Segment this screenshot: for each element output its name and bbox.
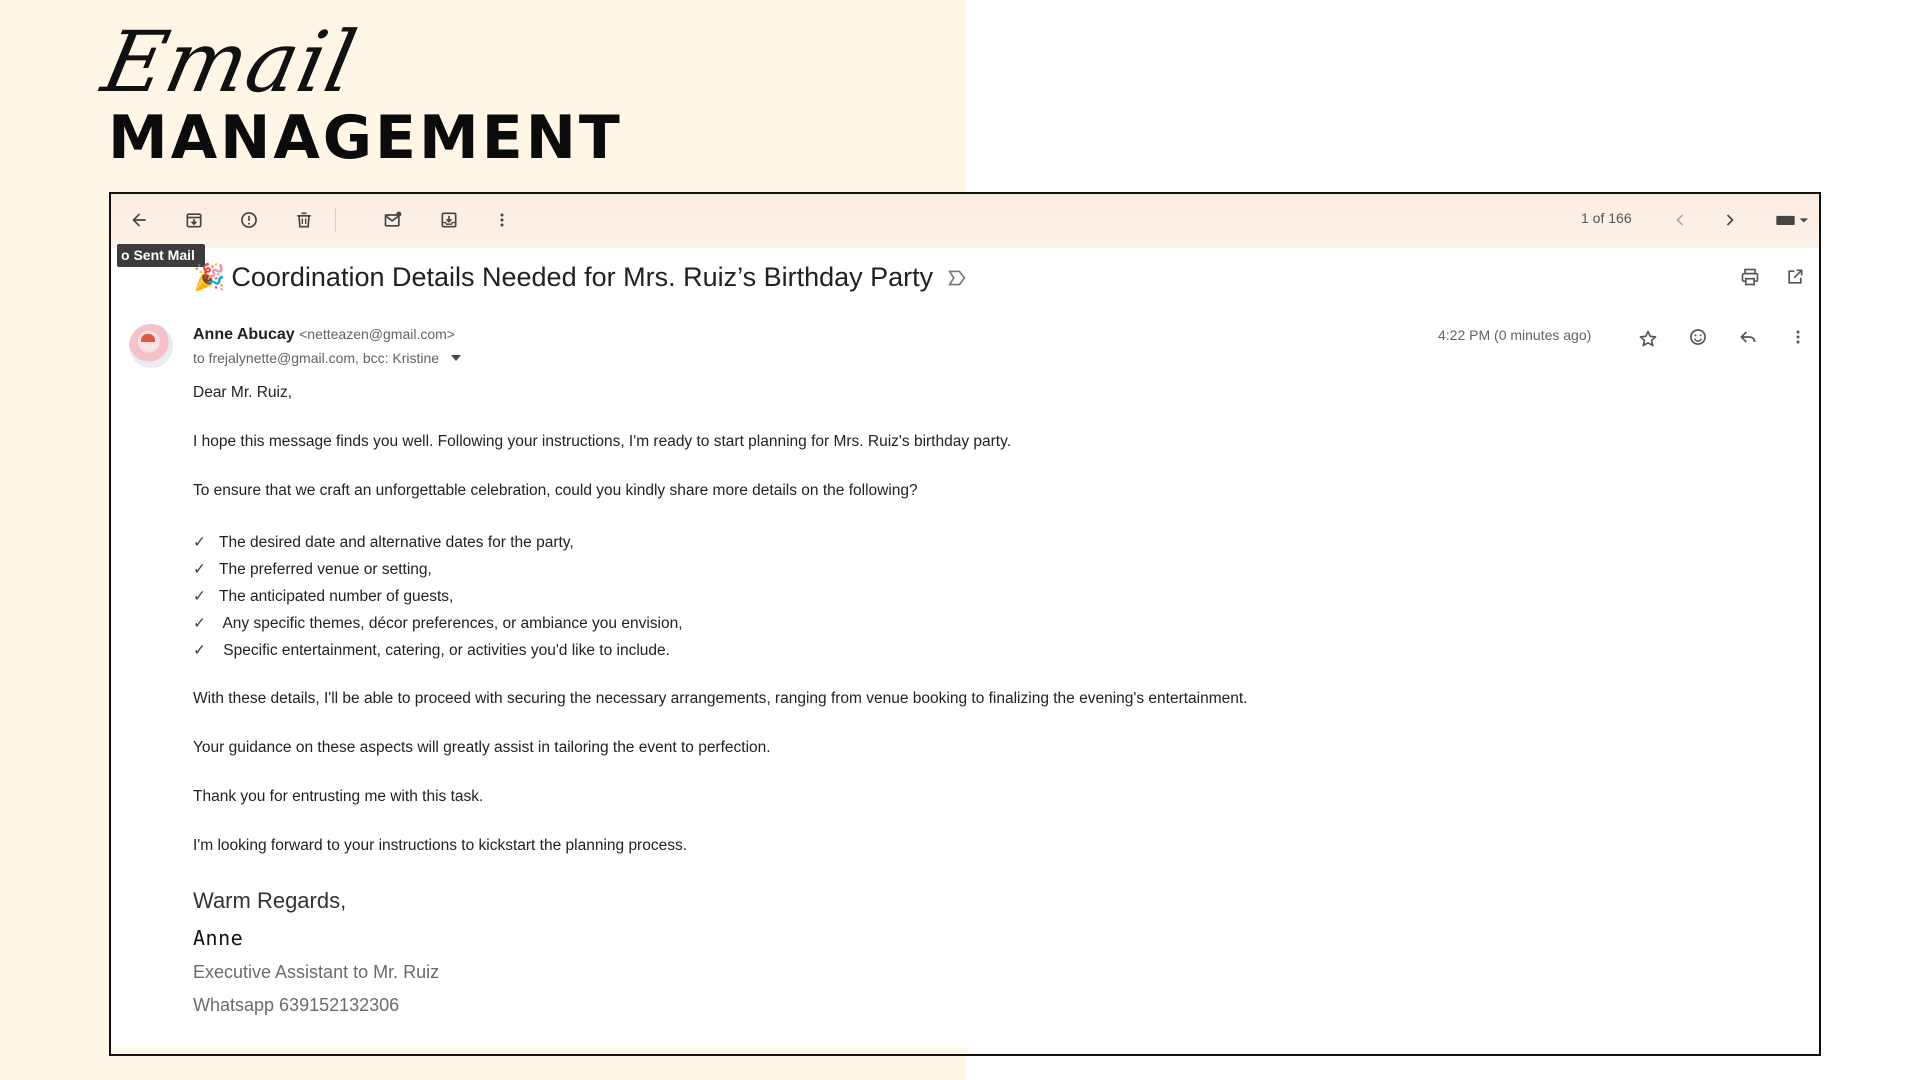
checklist-item: ✓ Any specific themes, décor preferences… — [193, 615, 683, 632]
checklist-item: ✓ The desired date and alternative dates … — [193, 534, 574, 551]
signature-name: Anne — [193, 926, 244, 950]
emoji-reaction-icon[interactable] — [1686, 325, 1710, 349]
greeting: Dear Mr. Ruiz, — [193, 384, 293, 401]
subject-text: Coordination Details Needed for Mrs. Rui… — [231, 262, 934, 292]
sender-email: <netteazen@gmail.com> — [299, 326, 455, 342]
open-new-window-icon[interactable] — [1783, 265, 1807, 289]
important-label-icon[interactable] — [947, 269, 967, 287]
message-more-icon[interactable] — [1786, 325, 1810, 349]
paragraph-4: Your guidance on these aspects will grea… — [193, 739, 771, 756]
script-title: Email — [94, 13, 366, 111]
sent-mail-tooltip: o Sent Mail — [117, 244, 205, 267]
bottom-accent-strip — [111, 1048, 968, 1054]
chevron-right-icon[interactable] — [1718, 208, 1742, 232]
back-arrow-icon[interactable] — [127, 208, 151, 232]
recipients-line: to frejalynette@gmail.com, bcc: Kristine — [193, 350, 462, 366]
sender-avatar[interactable] — [129, 324, 173, 368]
report-spam-icon[interactable] — [237, 208, 261, 232]
signature-phone: Whatsapp 639152132306 — [193, 995, 400, 1015]
email-subject: 🎉 Coordination Details Needed for Mrs. R… — [193, 262, 967, 293]
mark-unread-icon[interactable] — [381, 208, 405, 232]
signature-closing: Warm Regards, — [193, 888, 347, 913]
sender-name[interactable]: Anne Abucay — [193, 326, 295, 343]
reply-icon[interactable] — [1736, 325, 1760, 349]
paragraph-5: Thank you for entrusting me with this ta… — [193, 788, 484, 805]
print-icon[interactable] — [1738, 265, 1762, 289]
chevron-left-icon[interactable] — [1668, 208, 1692, 232]
sender-line: Anne Abucay <netteazen@gmail.com> — [193, 326, 455, 344]
paragraph-6: I'm looking forward to your instructions… — [193, 837, 688, 854]
party-popper-icon: 🎉 — [193, 262, 226, 292]
page-headline: MANAGEMENT — [108, 103, 623, 173]
keyboard-icon[interactable] — [1771, 208, 1815, 232]
paragraph-2: To ensure that we craft an unforgettable… — [193, 482, 918, 499]
signature-title: Executive Assistant to Mr. Ruiz — [193, 962, 440, 982]
recipients-text: to frejalynette@gmail.com, bcc: Kristine — [193, 350, 440, 366]
pagination-count: 1 of 166 — [1581, 210, 1632, 226]
checklist-item: ✓ The anticipated number of guests, — [193, 588, 454, 605]
chevron-down-icon[interactable] — [451, 355, 462, 361]
email-window: 1 of 166 o Sent Mail 🎉 Coordination Deta… — [109, 192, 1821, 1056]
paragraph-1: I hope this message finds you well. Foll… — [193, 433, 1012, 450]
paragraph-3: With these details, I'll be able to proc… — [193, 690, 1248, 707]
delete-icon[interactable] — [292, 208, 316, 232]
more-vert-icon[interactable] — [490, 208, 514, 232]
checklist-item: ✓ The preferred venue or setting, — [193, 561, 432, 578]
email-toolbar: 1 of 166 — [111, 194, 1819, 248]
archive-icon[interactable] — [182, 208, 206, 232]
email-timestamp: 4:22 PM (0 minutes ago) — [1438, 327, 1592, 343]
move-to-icon[interactable] — [437, 208, 461, 232]
checklist-item: ✓ Specific entertainment, catering, or a… — [193, 642, 670, 659]
toolbar-divider — [335, 208, 336, 232]
star-icon[interactable] — [1636, 327, 1660, 351]
